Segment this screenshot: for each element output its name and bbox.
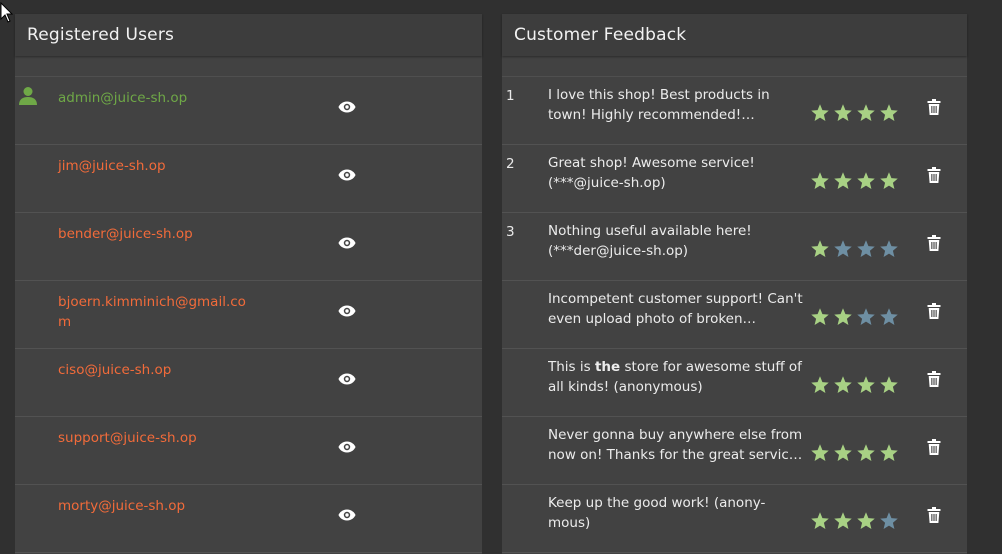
feedback-row: Incompetent customer support! Can't even…: [502, 281, 967, 349]
user-row: bjoern.kimminich@gmail.com: [15, 281, 482, 349]
user-row: admin@juice-sh.op: [15, 77, 482, 145]
user-email: bender@juice-sh.op: [58, 226, 193, 242]
feedback-id: 1: [506, 88, 515, 104]
star-icon: [879, 375, 899, 399]
star-rating: [810, 239, 899, 263]
feedback-comment-bold: the: [594, 359, 621, 375]
feedback-row: 3 Nothing useful available here! (***der@…: [502, 213, 967, 281]
star-icon: [833, 103, 853, 127]
trash-icon[interactable]: [927, 235, 941, 251]
star-icon: [856, 171, 876, 195]
star-icon: [833, 375, 853, 399]
user-email: morty@juice-sh.op: [58, 498, 186, 514]
feedback-id: 2: [506, 156, 515, 172]
star-icon: [856, 103, 876, 127]
customer-feedback-title: Customer Feedback: [502, 14, 967, 56]
user-list: admin@juice-sh.op jim@juice-sh.op bender@j…: [15, 76, 482, 553]
user-email: support@juice-sh.op: [58, 430, 197, 446]
star-icon: [856, 511, 876, 535]
star-icon: [833, 443, 853, 467]
star-icon: [856, 443, 876, 467]
customer-feedback-panel: Customer Feedback 1 I love this shop! Bes…: [502, 14, 967, 554]
registered-users-panel: Registered Users admin@juice-sh.op jim@ju…: [15, 14, 482, 554]
star-rating: [810, 443, 899, 467]
star-icon: [879, 307, 899, 331]
feedback-row: Never gonna buy anywhere else from now o…: [502, 417, 967, 485]
star-icon: [856, 307, 876, 331]
registered-users-title: Registered Users: [15, 14, 482, 56]
user-email: admin@juice-sh.op: [58, 90, 188, 106]
star-icon: [810, 307, 830, 331]
trash-icon[interactable]: [927, 167, 941, 183]
trash-icon[interactable]: [927, 439, 941, 455]
star-icon: [810, 443, 830, 467]
star-icon: [833, 171, 853, 195]
feedback-comment: This is the store for awesome stuff of a…: [548, 358, 804, 397]
user-row: ciso@juice-sh.op: [15, 349, 482, 417]
user-row: bender@juice-sh.op: [15, 213, 482, 281]
eye-icon[interactable]: [338, 303, 356, 317]
feedback-row: This is the store for awesome stuff of a…: [502, 349, 967, 417]
trash-icon[interactable]: [927, 99, 941, 115]
feedback-comment: Great shop! Awesome service! (***@juice-…: [548, 155, 755, 191]
feedback-list: 1 I love this shop! Best products in town…: [502, 76, 967, 553]
user-email: bjoern.kimminich@gmail.com: [58, 294, 246, 330]
trash-icon[interactable]: [927, 303, 941, 319]
feedback-comment-part: This is: [548, 359, 595, 375]
star-icon: [810, 375, 830, 399]
star-icon: [833, 239, 853, 263]
star-rating: [810, 307, 899, 331]
star-icon: [810, 239, 830, 263]
star-icon: [810, 171, 830, 195]
star-rating: [810, 375, 899, 399]
user-email: ciso@juice-sh.op: [58, 362, 172, 378]
feedback-row: 2 Great shop! Awesome service! (***@juice…: [502, 145, 967, 213]
star-icon: [810, 511, 830, 535]
star-icon: [833, 307, 853, 331]
feedback-comment: Never gonna buy anywhere else from now o…: [548, 427, 803, 463]
trash-icon[interactable]: [927, 507, 941, 523]
feedback-comment: Keep up the good work! (anony-mous): [548, 495, 766, 531]
star-rating: [810, 171, 899, 195]
user-row: morty@juice-sh.op: [15, 485, 482, 553]
trash-icon[interactable]: [927, 371, 941, 387]
eye-icon[interactable]: [338, 507, 356, 521]
feedback-comment: Incompetent customer support! Can't even…: [548, 291, 803, 327]
star-rating: [810, 103, 899, 127]
mouse-cursor-icon: [0, 2, 14, 23]
star-rating: [810, 511, 899, 535]
feedback-id: 3: [506, 224, 515, 240]
star-icon: [879, 511, 899, 535]
star-icon: [879, 171, 899, 195]
feedback-comment: Nothing useful available here! (***der@j…: [548, 223, 752, 259]
feedback-row: Keep up the good work! (anony-mous): [502, 485, 967, 553]
feedback-row: 1 I love this shop! Best products in town…: [502, 77, 967, 145]
star-icon: [856, 375, 876, 399]
person-icon: [19, 86, 37, 106]
eye-icon[interactable]: [338, 371, 356, 385]
eye-icon[interactable]: [338, 167, 356, 181]
star-icon: [833, 511, 853, 535]
eye-icon[interactable]: [338, 439, 356, 453]
user-row: jim@juice-sh.op: [15, 145, 482, 213]
eye-icon[interactable]: [338, 99, 356, 113]
star-icon: [879, 239, 899, 263]
eye-icon[interactable]: [338, 235, 356, 249]
user-email: jim@juice-sh.op: [58, 158, 166, 174]
feedback-comment: I love this shop! Best products in town!…: [548, 87, 770, 123]
star-icon: [879, 443, 899, 467]
star-icon: [810, 103, 830, 127]
user-row: support@juice-sh.op: [15, 417, 482, 485]
star-icon: [856, 239, 876, 263]
star-icon: [879, 103, 899, 127]
